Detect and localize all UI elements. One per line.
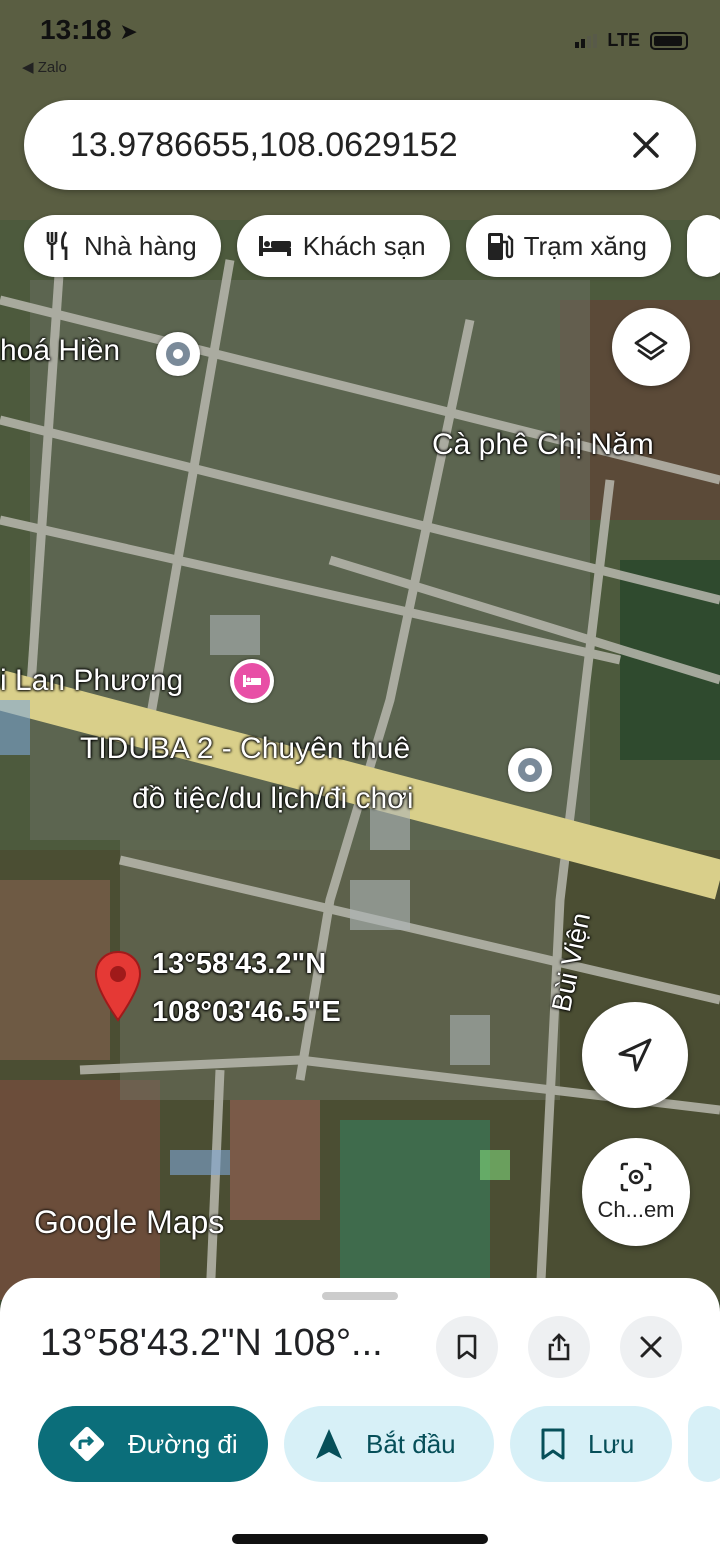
map-poi-marker[interactable] [508,748,552,792]
status-bar: 13:18 ➤ ◀ Zalo LTE [0,0,720,80]
my-location-button[interactable] [582,1002,688,1108]
place-sheet: 13°58'43.2"N 108°... Đường đi Bắt đầu Lư… [0,1278,720,1559]
search-input[interactable]: 13.9786655,108.0629152 [70,126,626,165]
chip-hotel[interactable]: Khách sạn [236,215,450,277]
pin-longitude: 108°03'46.5"E [152,996,341,1028]
start-button[interactable]: Bắt đầu [284,1406,494,1482]
clear-search-button[interactable] [626,125,666,165]
network-type: LTE [607,30,640,50]
google-maps-logo: Google Maps [34,1204,225,1240]
battery-icon [650,31,688,50]
action-row: Đường đi Bắt đầu Lưu [38,1406,720,1482]
sheet-drag-handle[interactable] [322,1292,398,1300]
bookmark-icon [541,1428,565,1460]
search-bar[interactable]: 13.9786655,108.0629152 [24,100,696,190]
hotel-marker-icon[interactable] [230,659,274,703]
location-pin-icon[interactable] [94,950,142,1027]
save-bookmark-button[interactable] [436,1316,498,1378]
more-action-button[interactable] [688,1406,720,1482]
layers-icon [634,331,668,361]
bookmark-icon [457,1334,477,1360]
directions-icon [69,1426,105,1462]
map-label-hoa-hien[interactable]: hoá Hiền [0,334,120,368]
map-poi-marker[interactable] [156,332,200,376]
navigation-arrow-icon [618,1038,652,1072]
pin-latitude: 13°58'43.2"N [152,948,327,980]
map-label-ca-phe[interactable]: Cà phê Chị Năm [432,428,654,462]
home-indicator[interactable] [232,1534,488,1544]
map-label-tiduba-line1[interactable]: TIDUBA 2 - Chuyên thuê [80,732,410,766]
gas-station-icon [487,233,513,260]
map-label-lan-phuong[interactable]: i Lan Phương [0,664,183,698]
back-to-app-link[interactable]: ◀ Zalo [22,58,67,76]
save-label: Lưu [588,1428,635,1459]
signal-icon [575,33,598,48]
camera-icon [620,1162,652,1192]
chip-label: Nhà hàng [84,230,197,261]
save-button[interactable]: Lưu [510,1406,672,1482]
category-chips: Nhà hàng Khách sạn Trạm xăng [24,215,720,277]
close-icon [640,1336,662,1358]
chip-restaurant[interactable]: Nhà hàng [24,215,221,277]
chip-label: Khách sạn [302,230,426,261]
map-imagery [0,0,720,1300]
chip-more[interactable] [686,215,720,277]
close-sheet-button[interactable] [620,1316,682,1378]
status-indicators: LTE [575,30,688,51]
directions-label: Đường đi [128,1428,238,1459]
chip-label: Trạm xăng [523,230,647,261]
share-button[interactable] [528,1316,590,1378]
hotel-icon [258,236,291,256]
start-label: Bắt đầu [366,1428,456,1459]
status-time: 13:18 ➤ [40,14,138,45]
share-icon [548,1333,570,1361]
camera-button[interactable]: Ch...em [582,1138,690,1246]
close-icon [633,132,659,158]
chip-gas-station[interactable]: Trạm xăng [465,215,671,277]
navigation-arrow-icon [316,1429,342,1459]
satellite-map[interactable]: hoá Hiền Cà phê Chị Năm i Lan Phương TID… [0,0,720,1300]
restaurant-icon [46,231,68,260]
layers-button[interactable] [612,308,690,386]
map-label-tiduba-line2[interactable]: đồ tiệc/du lịch/đi chơi [132,782,413,816]
camera-label: Ch...em [597,1197,675,1222]
place-title: 13°58'43.2"N 108°... [40,1322,383,1364]
directions-button[interactable]: Đường đi [38,1406,268,1482]
